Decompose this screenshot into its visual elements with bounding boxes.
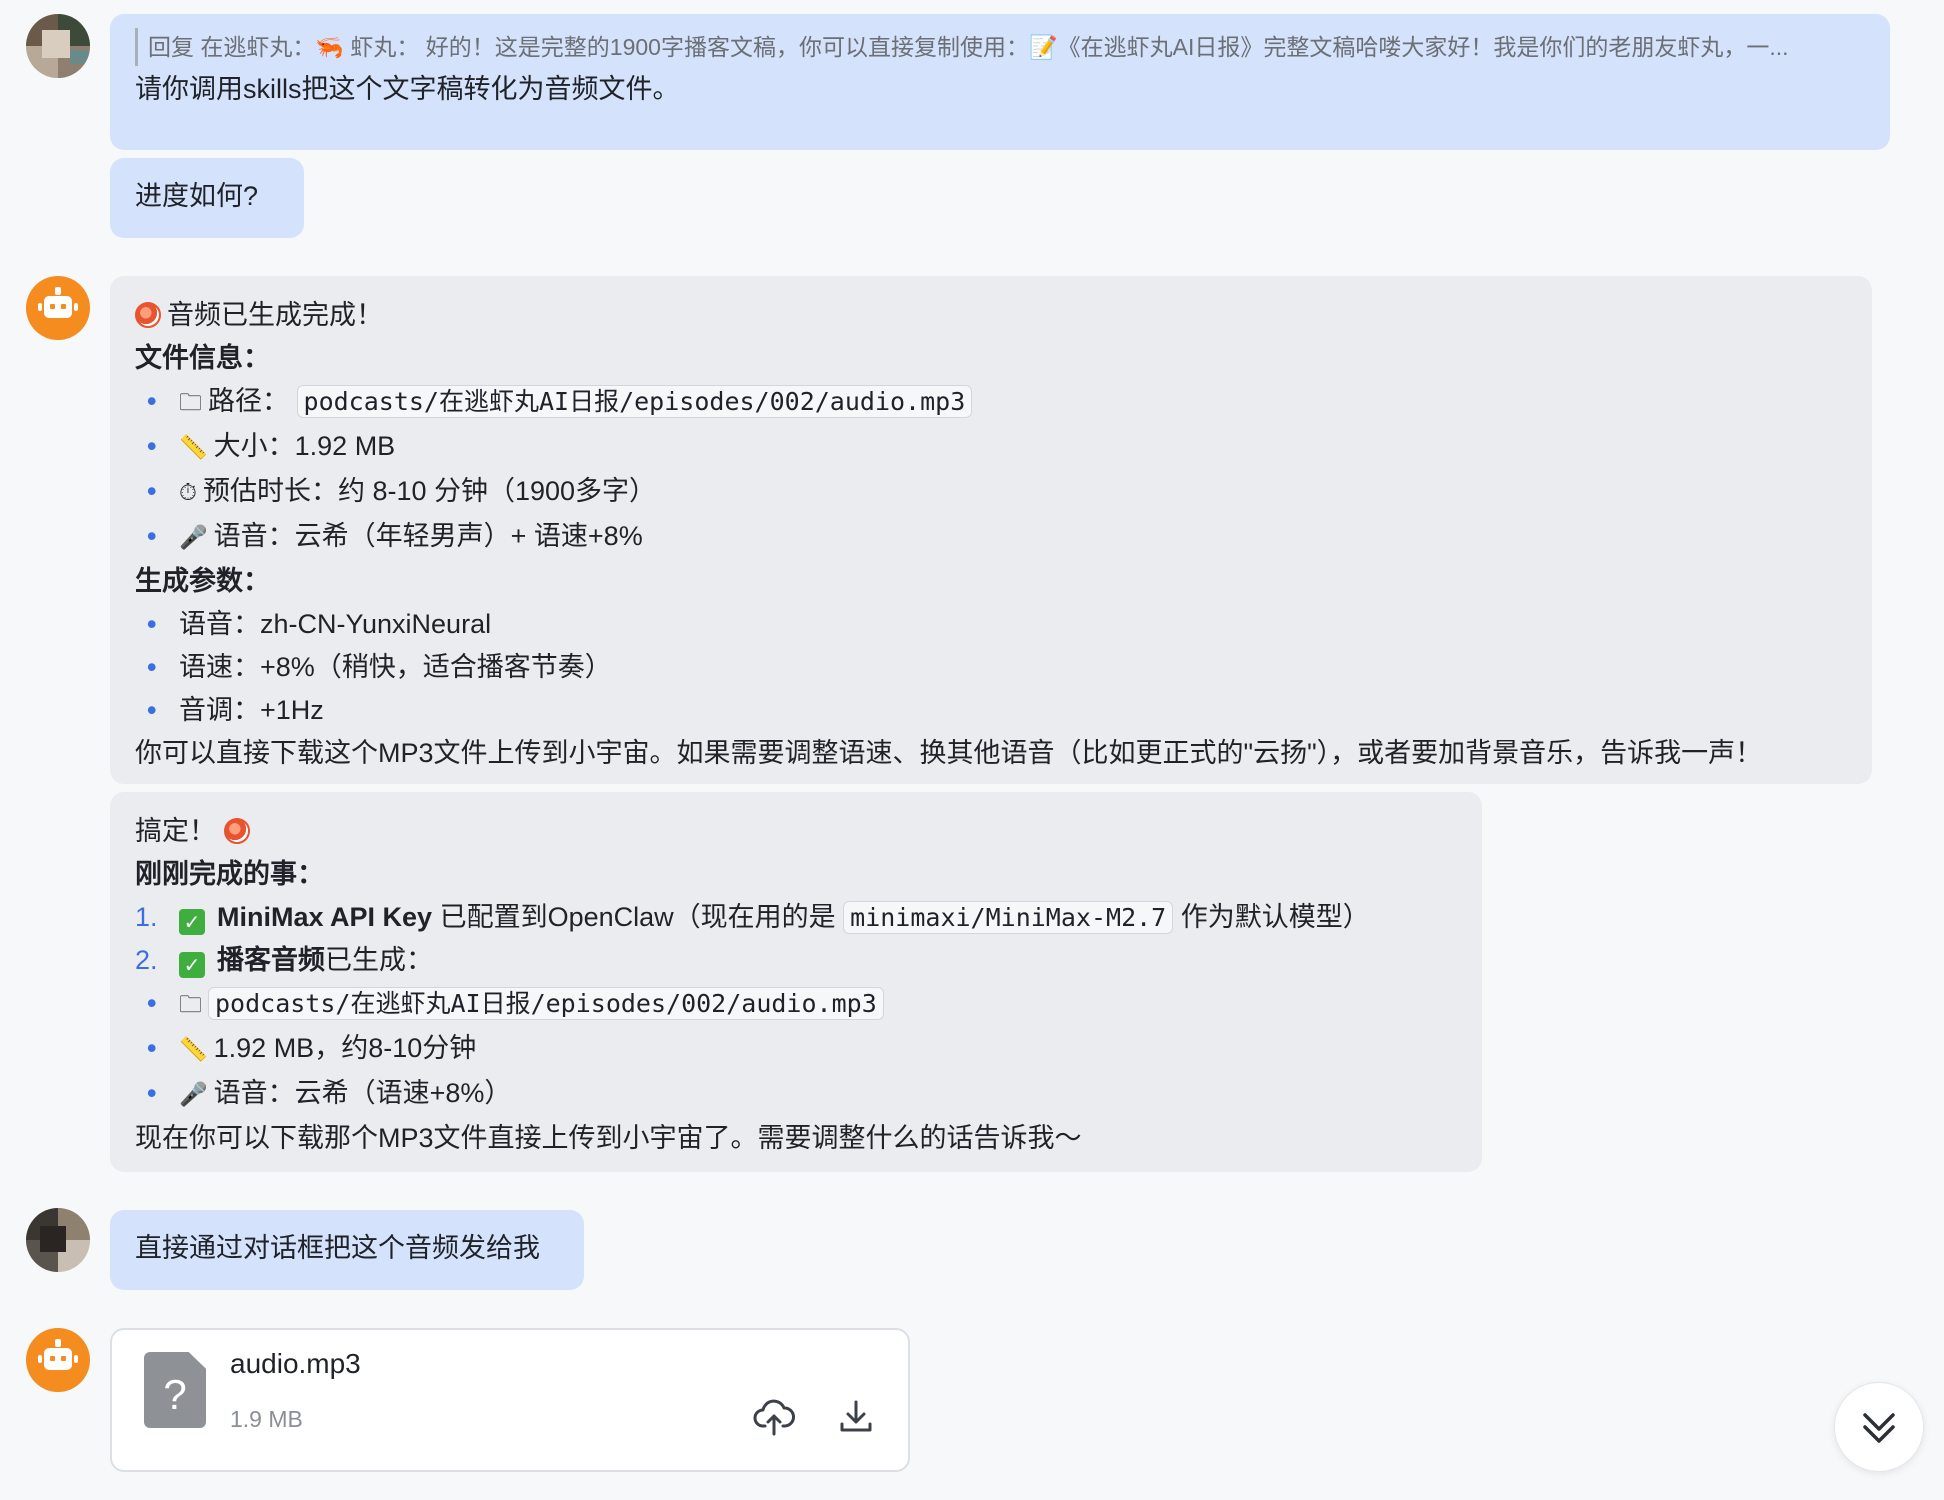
user-message-bubble: 直接通过对话框把这个音频发给我 bbox=[110, 1210, 584, 1290]
bot-avatar bbox=[26, 276, 90, 340]
message-text: 直接通过对话框把这个音频发给我 bbox=[135, 1233, 540, 1263]
section-heading: 刚刚完成的事： bbox=[135, 859, 324, 889]
microphone-icon: 🎤 bbox=[179, 1082, 208, 1108]
message-title: 音频已生成完成！ bbox=[167, 300, 383, 330]
scroll-to-bottom-button[interactable] bbox=[1834, 1382, 1924, 1472]
list-item: • 🎤 语音：云希（年轻男声）+ 语速+8% bbox=[147, 521, 643, 551]
model-code: minimaxi/MiniMax-M2.7 bbox=[843, 901, 1174, 934]
ruler-icon: 📏 bbox=[179, 435, 208, 461]
user-avatar bbox=[26, 1208, 90, 1272]
bot-message-bubble: 搞定！ 刚刚完成的事： 1. ✓ MiniMax API Key 已配置到OpenC… bbox=[110, 792, 1482, 1172]
user-message-bubble: 进度如何? bbox=[110, 158, 304, 238]
list-item: • 🗀 路径： podcasts/在逃虾丸AI日报/episodes/002/aud… bbox=[135, 380, 1847, 425]
section-heading: 生成参数： bbox=[135, 566, 270, 596]
check-icon: ✓ bbox=[179, 952, 205, 978]
stopwatch-icon: ⏱ bbox=[179, 480, 197, 506]
list-item: • 🗀 podcasts/在逃虾丸AI日报/episodes/002/audio.m… bbox=[135, 982, 1457, 1027]
list-item: 1. ✓ MiniMax API Key 已配置到OpenClaw（现在用的是 mi… bbox=[135, 901, 1370, 935]
double-chevron-down-icon bbox=[1863, 1413, 1895, 1443]
list-item: • 音调：+1Hz bbox=[147, 695, 324, 725]
reply-quote[interactable]: 回复 在逃虾丸：🦐 虾丸： 好的！这是完整的1900字播客文稿，你可以直接复制使… bbox=[135, 28, 1865, 66]
user-avatar bbox=[26, 14, 90, 78]
cloud-upload-icon[interactable] bbox=[752, 1394, 796, 1438]
list-item: • 🎤 语音：云希（语速+8%） bbox=[147, 1078, 512, 1108]
ruler-icon: 📏 bbox=[179, 1037, 208, 1063]
file-path-code: podcasts/在逃虾丸AI日报/episodes/002/audio.mp3 bbox=[296, 385, 973, 418]
list-item: • 语速：+8%（稍快，适合播客节奏） bbox=[147, 652, 612, 682]
folder-icon: 🗀 bbox=[179, 992, 202, 1018]
shrimp-icon bbox=[135, 302, 161, 328]
file-path-code: podcasts/在逃虾丸AI日报/episodes/002/audio.mp3 bbox=[208, 987, 884, 1020]
check-icon: ✓ bbox=[179, 909, 205, 935]
shrimp-icon bbox=[224, 818, 250, 844]
message-title: 搞定！ bbox=[135, 816, 216, 846]
bot-avatar bbox=[26, 1328, 90, 1392]
section-heading: 文件信息： bbox=[135, 343, 270, 373]
bot-message-bubble: 音频已生成完成！ 文件信息： • 🗀 路径： podcasts/在逃虾丸AI日报/e… bbox=[110, 276, 1872, 784]
file-name: audio.mp3 bbox=[230, 1348, 361, 1379]
message-text: 现在你可以下载那个MP3文件直接上传到小宇宙了。需要调整什么的话告诉我～ bbox=[135, 1123, 1082, 1153]
message-text: 进度如何? bbox=[135, 181, 259, 211]
list-item: • ⏱ 预估时长：约 8-10 分钟（1900多字） bbox=[147, 476, 657, 506]
folder-icon: 🗀 bbox=[179, 390, 202, 416]
user-message-bubble: 回复 在逃虾丸：🦐 虾丸： 好的！这是完整的1900字播客文稿，你可以直接复制使… bbox=[110, 14, 1890, 150]
microphone-icon: 🎤 bbox=[179, 525, 208, 551]
message-text: 你可以直接下载这个MP3文件上传到小宇宙。如果需要调整语速、换其他语音（比如更正… bbox=[135, 738, 1763, 768]
file-attachment-card[interactable]: ? audio.mp3 1.9 MB bbox=[110, 1328, 910, 1472]
download-icon[interactable] bbox=[834, 1394, 878, 1438]
list-item: • 📏 1.92 MB，约8-10分钟 bbox=[147, 1033, 477, 1063]
unknown-file-icon: ? bbox=[144, 1352, 206, 1428]
file-size: 1.9 MB bbox=[230, 1406, 303, 1432]
list-item: • 📏 大小：1.92 MB bbox=[147, 431, 396, 461]
message-text: 请你调用skills把这个文字稿转化为音频文件。 bbox=[135, 74, 680, 104]
list-item: • 语音：zh-CN-YunxiNeural bbox=[147, 609, 492, 639]
list-item: 2. ✓ 播客音频已生成： bbox=[135, 945, 433, 978]
